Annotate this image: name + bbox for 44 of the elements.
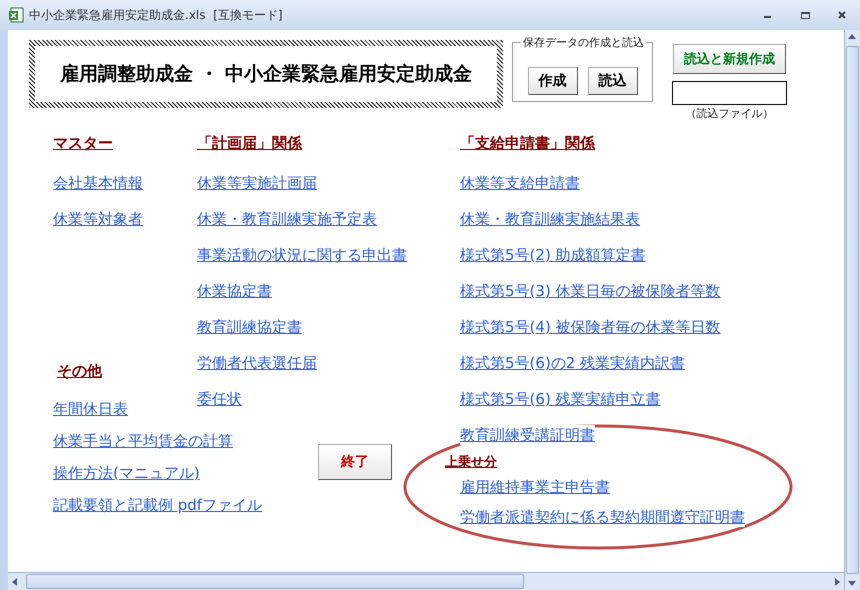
sheet-link[interactable]: 記載要領と記載例 pdfファイル	[53, 495, 262, 515]
sheet-link[interactable]: 休業手当と平均賃金の計算	[53, 431, 233, 451]
spreadsheet-icon	[8, 7, 24, 23]
sheet-link[interactable]: 教育訓練協定書	[197, 317, 302, 337]
field-caption: （読込ファイル）	[686, 106, 774, 121]
sheet-link[interactable]: 労働者派遣契約に係る契約期間遵守証明書	[460, 507, 745, 527]
sheet-link[interactable]: 雇用維持事業主申告書	[460, 477, 610, 497]
close-icon	[838, 11, 846, 19]
vertical-scrollbar[interactable]	[844, 30, 860, 590]
horizontal-scrollbar[interactable]	[8, 572, 844, 590]
sheet-link[interactable]: 委任状	[197, 389, 242, 409]
sheet-link[interactable]: 休業等支給申請書	[460, 173, 580, 193]
section-heading: 上乗せ分	[445, 454, 497, 472]
group-label: 保存データの作成と読込	[521, 35, 646, 50]
end-button[interactable]: 終了	[318, 444, 392, 480]
sheet-link[interactable]: 年間休日表	[53, 399, 128, 419]
sheet-link[interactable]: 様式第5号(4) 被保険者毎の休業等日数	[460, 317, 721, 337]
scroll-thumb[interactable]	[26, 574, 524, 589]
restore-icon	[800, 11, 810, 19]
action-button[interactable]: 作成	[528, 67, 578, 95]
load-new-button[interactable]: 読込と新規作成	[673, 44, 786, 74]
sheet-link[interactable]: 休業・教育訓練実施予定表	[197, 209, 377, 229]
sheet-link[interactable]: 労働者代表選任届	[197, 353, 317, 373]
sheet-link[interactable]: 休業・教育訓練実施結果表	[460, 209, 640, 229]
file-field[interactable]	[672, 81, 787, 105]
sheet-link[interactable]: 操作方法(マニュアル)	[53, 463, 200, 483]
sheet-link[interactable]: 会社基本情報	[53, 173, 143, 193]
section-heading: マスター	[53, 133, 113, 153]
sheet-link[interactable]: 事業活動の状況に関する申出書	[197, 245, 407, 265]
sheet-link[interactable]: 様式第5号(3) 休業日毎の被保険者等数	[460, 281, 721, 301]
section-heading: 「支給申請書」関係	[460, 133, 595, 153]
section-heading: 「計画届」関係	[197, 133, 302, 153]
sheet-link[interactable]: 様式第5号(6) 残業実績申立書	[460, 389, 661, 409]
sheet-link[interactable]: 教育訓練受講証明書	[460, 425, 595, 445]
sheet-link[interactable]: 様式第5号(6)の2 残業実績内訳書	[460, 353, 686, 373]
action-button[interactable]: 読込	[588, 67, 638, 95]
sheet-link[interactable]: 休業等対象者	[53, 209, 143, 229]
scroll-thumb[interactable]	[846, 46, 859, 574]
sheet-link[interactable]: 休業協定書	[197, 281, 272, 301]
section-heading: その他	[57, 361, 102, 381]
window-title: 中小企業緊急雇用安定助成金.xls [互換モード]	[29, 6, 284, 24]
banner-title: 雇用調整助成金 ・ 中小企業緊急雇用安定助成金	[60, 62, 472, 87]
sheet-link[interactable]: 休業等実施計画届	[197, 173, 317, 193]
sheet-link[interactable]: 様式第5号(2) 助成額算定書	[460, 245, 646, 265]
